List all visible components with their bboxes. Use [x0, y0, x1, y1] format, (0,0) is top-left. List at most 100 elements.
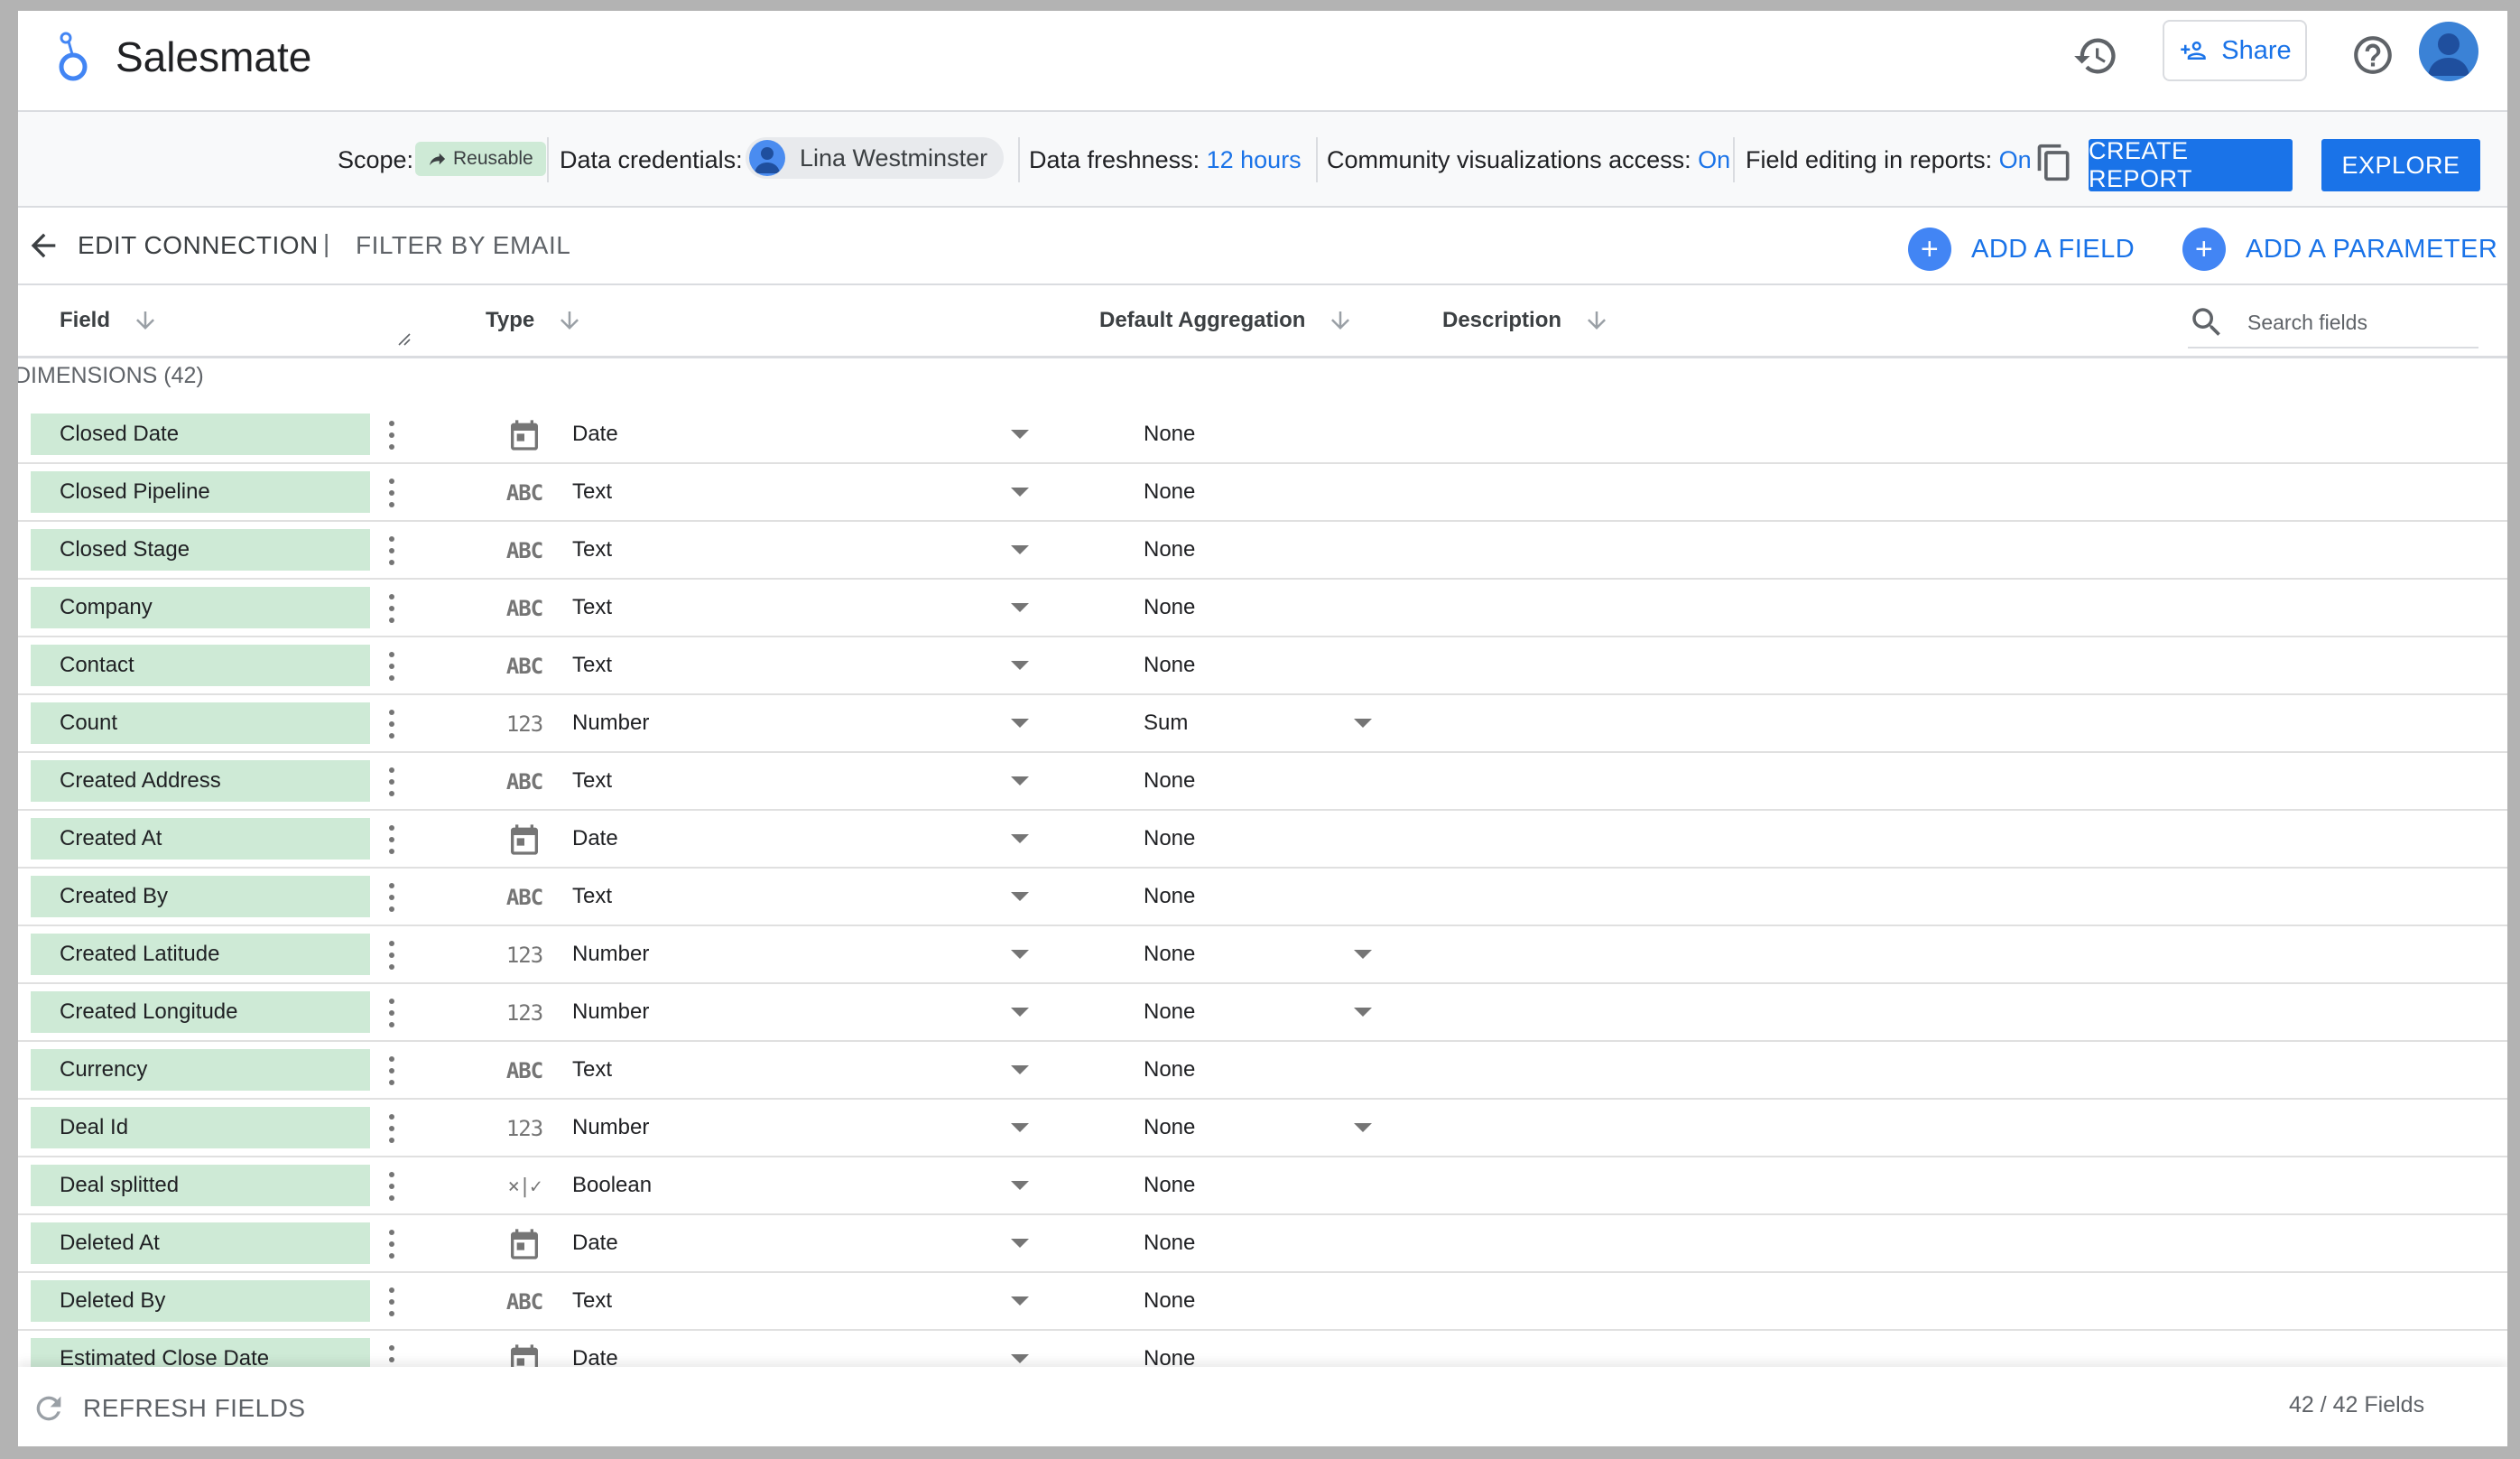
type-dropdown-caret-icon[interactable] — [1011, 603, 1029, 612]
type-dropdown-caret-icon[interactable] — [1011, 1239, 1029, 1248]
filter-by-email-link[interactable]: FILTER BY EMAIL — [356, 231, 570, 260]
field-aggregation[interactable]: None — [1144, 1115, 1195, 1140]
user-avatar[interactable] — [2419, 22, 2478, 81]
field-aggregation[interactable]: None — [1144, 999, 1195, 1025]
field-type[interactable]: Text — [572, 653, 612, 678]
field-type[interactable]: Text — [572, 479, 612, 505]
field-name-chip[interactable]: Currency — [31, 1049, 370, 1091]
create-report-button[interactable]: CREATE REPORT — [2089, 137, 2293, 192]
sort-arrow-icon[interactable] — [1583, 307, 1610, 334]
type-dropdown-caret-icon[interactable] — [1011, 1296, 1029, 1306]
field-name-chip[interactable]: Created Longitude — [31, 991, 370, 1033]
more-vert-icon[interactable] — [384, 1170, 399, 1203]
refresh-fields-button[interactable]: REFRESH FIELDS — [83, 1394, 306, 1423]
field-name-chip[interactable]: Created At — [31, 818, 370, 860]
field-name-chip[interactable]: Closed Date — [31, 414, 370, 455]
column-resize-handle[interactable] — [397, 332, 412, 347]
credentials-chip[interactable]: Lina Westminster — [746, 137, 1004, 179]
type-dropdown-caret-icon[interactable] — [1011, 892, 1029, 901]
field-type[interactable]: Number — [572, 1115, 649, 1140]
field-type[interactable]: Date — [572, 826, 618, 851]
field-name-chip[interactable]: Count — [31, 702, 370, 744]
field-type[interactable]: Date — [572, 422, 618, 447]
back-arrow-icon[interactable] — [25, 228, 61, 264]
field-type[interactable]: Text — [572, 768, 612, 794]
field-aggregation[interactable]: Sum — [1144, 711, 1188, 736]
column-header-description[interactable]: Description — [1442, 307, 1610, 334]
field-name-chip[interactable]: Company — [31, 587, 370, 628]
field-name-chip[interactable]: Deleted By — [31, 1280, 370, 1322]
more-vert-icon[interactable] — [384, 823, 399, 856]
type-dropdown-caret-icon[interactable] — [1011, 661, 1029, 670]
field-name-chip[interactable]: Deal Id — [31, 1107, 370, 1148]
type-dropdown-caret-icon[interactable] — [1011, 1354, 1029, 1363]
type-dropdown-caret-icon[interactable] — [1011, 719, 1029, 728]
more-vert-icon[interactable] — [384, 650, 399, 683]
more-vert-icon[interactable] — [384, 477, 399, 509]
field-name-chip[interactable]: Closed Pipeline — [31, 471, 370, 513]
freshness-value[interactable]: 12 hours — [1207, 146, 1302, 173]
sort-arrow-icon[interactable] — [132, 307, 159, 334]
field-type[interactable]: Number — [572, 999, 649, 1025]
type-dropdown-caret-icon[interactable] — [1011, 430, 1029, 439]
sort-arrow-icon[interactable] — [556, 307, 583, 334]
column-header-aggregation[interactable]: Default Aggregation — [1099, 307, 1354, 334]
sort-arrow-icon[interactable] — [1327, 307, 1354, 334]
field-name-chip[interactable]: Created By — [31, 876, 370, 917]
field-type[interactable]: Text — [572, 1057, 612, 1083]
field-name-chip[interactable]: Created Latitude — [31, 934, 370, 975]
aggregation-dropdown-caret-icon[interactable] — [1354, 1008, 1372, 1017]
type-dropdown-caret-icon[interactable] — [1011, 834, 1029, 843]
field-editing-value[interactable]: On — [1999, 146, 2032, 173]
type-dropdown-caret-icon[interactable] — [1011, 1123, 1029, 1132]
field-type[interactable]: Number — [572, 711, 649, 736]
search-fields-input[interactable] — [2246, 303, 2475, 341]
field-name-chip[interactable]: Created Address — [31, 760, 370, 802]
explore-button[interactable]: EXPLORE — [2321, 139, 2480, 191]
type-dropdown-caret-icon[interactable] — [1011, 776, 1029, 785]
more-vert-icon[interactable] — [384, 1112, 399, 1145]
refresh-icon[interactable] — [31, 1390, 67, 1426]
edit-connection-link[interactable]: EDIT CONNECTION — [78, 231, 319, 260]
column-header-field[interactable]: Field — [60, 307, 159, 334]
more-vert-icon[interactable] — [384, 592, 399, 625]
field-type[interactable]: Date — [572, 1231, 618, 1256]
scope-reusable-chip[interactable]: Reusable — [415, 142, 546, 176]
more-vert-icon[interactable] — [384, 766, 399, 798]
field-name-chip[interactable]: Closed Stage — [31, 529, 370, 571]
share-button[interactable]: Share — [2163, 20, 2307, 81]
more-vert-icon[interactable] — [384, 881, 399, 914]
type-dropdown-caret-icon[interactable] — [1011, 950, 1029, 959]
add-field-button[interactable]: + ADD A FIELD — [1908, 228, 2135, 271]
field-type[interactable]: Text — [572, 884, 612, 909]
field-name-chip[interactable]: Deal splitted — [31, 1165, 370, 1206]
field-type[interactable]: Number — [572, 942, 649, 967]
more-vert-icon[interactable] — [384, 1286, 399, 1318]
more-vert-icon[interactable] — [384, 534, 399, 567]
field-type[interactable]: Boolean — [572, 1173, 652, 1198]
more-vert-icon[interactable] — [384, 419, 399, 451]
field-name-chip[interactable]: Contact — [31, 645, 370, 686]
help-icon[interactable] — [2350, 33, 2395, 78]
field-name-chip[interactable]: Deleted At — [31, 1222, 370, 1264]
more-vert-icon[interactable] — [384, 1055, 399, 1087]
more-vert-icon[interactable] — [384, 939, 399, 971]
type-dropdown-caret-icon[interactable] — [1011, 1065, 1029, 1074]
field-type[interactable]: Text — [572, 537, 612, 562]
add-parameter-button[interactable]: + ADD A PARAMETER — [2182, 228, 2497, 271]
column-header-type[interactable]: Type — [486, 307, 583, 334]
more-vert-icon[interactable] — [384, 708, 399, 740]
type-dropdown-caret-icon[interactable] — [1011, 1181, 1029, 1190]
type-dropdown-caret-icon[interactable] — [1011, 488, 1029, 497]
history-icon[interactable] — [2072, 33, 2119, 79]
type-dropdown-caret-icon[interactable] — [1011, 1008, 1029, 1017]
aggregation-dropdown-caret-icon[interactable] — [1354, 719, 1372, 728]
type-dropdown-caret-icon[interactable] — [1011, 545, 1029, 554]
more-vert-icon[interactable] — [384, 1228, 399, 1260]
aggregation-dropdown-caret-icon[interactable] — [1354, 950, 1372, 959]
field-type[interactable]: Text — [572, 1288, 612, 1314]
community-value[interactable]: On — [1698, 146, 1730, 173]
field-type[interactable]: Text — [572, 595, 612, 620]
field-aggregation[interactable]: None — [1144, 942, 1195, 967]
aggregation-dropdown-caret-icon[interactable] — [1354, 1123, 1372, 1132]
